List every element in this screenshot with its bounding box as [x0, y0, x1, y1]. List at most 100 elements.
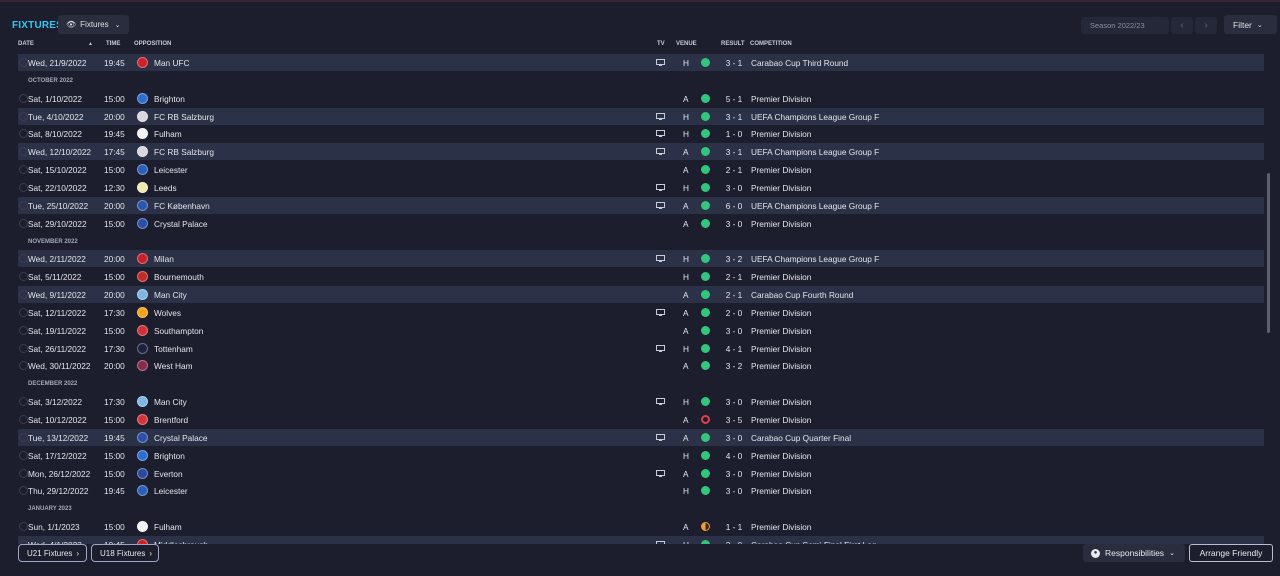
opposition-link[interactable]: Milan	[154, 254, 174, 264]
competition-link[interactable]: Premier Division	[751, 415, 811, 425]
fixture-row[interactable]: Sat, 3/12/2022 17:30 Man City H 3 - 0 Premier…	[18, 393, 1264, 410]
column-competition[interactable]: COMPETITION	[750, 41, 792, 47]
select-checkbox[interactable]	[19, 451, 28, 460]
scrollbar-thumb[interactable]	[1267, 173, 1270, 333]
competition-link[interactable]: Premier Division	[751, 183, 811, 193]
match-result[interactable]: 1 - 1	[722, 522, 746, 532]
fixture-row[interactable]: Sat, 5/11/2022 15:00 Bournemouth H 2 - 1 Prem…	[18, 268, 1264, 285]
fixture-row[interactable]: Sat, 8/10/2022 19:45 Fulham H 1 - 0 Premier D…	[18, 125, 1264, 142]
competition-link[interactable]: Premier Division	[751, 219, 811, 229]
match-result[interactable]: 2 - 1	[722, 165, 746, 175]
opposition-link[interactable]: Bournemouth	[154, 272, 204, 282]
competition-link[interactable]: Premier Division	[751, 486, 811, 496]
select-checkbox[interactable]	[19, 183, 28, 192]
match-result[interactable]: 2 - 1	[722, 290, 746, 300]
select-checkbox[interactable]	[19, 433, 28, 442]
match-result[interactable]: 3 - 0	[722, 219, 746, 229]
fixture-row[interactable]: Thu, 29/12/2022 19:45 Leicester H 3 - 0 Premi…	[18, 482, 1264, 499]
competition-link[interactable]: Premier Division	[751, 344, 811, 354]
column-opposition[interactable]: OPPOSITION	[134, 41, 171, 47]
opposition-link[interactable]: Man City	[154, 290, 187, 300]
select-checkbox[interactable]	[19, 522, 28, 531]
select-checkbox[interactable]	[19, 165, 28, 174]
opposition-link[interactable]: Crystal Palace	[154, 433, 208, 443]
view-dropdown[interactable]: 👁 Fixtures ⌄	[58, 15, 129, 34]
column-venue[interactable]: VENUE	[676, 41, 697, 47]
opposition-link[interactable]: Fulham	[154, 129, 182, 139]
competition-link[interactable]: Premier Division	[751, 451, 811, 461]
select-checkbox[interactable]	[19, 112, 28, 121]
opposition-link[interactable]: Brighton	[154, 94, 185, 104]
select-checkbox[interactable]	[19, 308, 28, 317]
u18-fixtures-button[interactable]: U18 Fixtures ›	[91, 544, 159, 562]
fixture-row[interactable]: Sat, 17/12/2022 15:00 Brighton H 4 - 0 Premie…	[18, 447, 1264, 464]
competition-link[interactable]: Premier Division	[751, 522, 811, 532]
select-checkbox[interactable]	[19, 219, 28, 228]
filter-button[interactable]: Filter ⌄	[1224, 15, 1277, 34]
fixture-row[interactable]: Wed, 30/11/2022 20:00 West Ham A 3 - 2 Premie…	[18, 357, 1264, 374]
fixture-row[interactable]: Mon, 26/12/2022 15:00 Everton A 3 - 0 Premier…	[18, 465, 1264, 482]
column-result[interactable]: RESULT	[721, 41, 745, 47]
fixture-row[interactable]: Sat, 19/11/2022 15:00 Southampton A 3 - 0 Pre…	[18, 322, 1264, 339]
select-checkbox[interactable]	[19, 58, 28, 67]
match-result[interactable]: 3 - 5	[722, 415, 746, 425]
select-checkbox[interactable]	[19, 94, 28, 103]
opposition-link[interactable]: Southampton	[154, 326, 203, 336]
select-checkbox[interactable]	[19, 147, 28, 156]
opposition-link[interactable]: Fulham	[154, 522, 182, 532]
fixture-row[interactable]: Sat, 10/12/2022 15:00 Brentford A 3 - 5 Premi…	[18, 411, 1264, 428]
opposition-link[interactable]: West Ham	[154, 361, 193, 371]
match-result[interactable]: 3 - 1	[722, 147, 746, 157]
match-result[interactable]: 3 - 0	[722, 486, 746, 496]
competition-link[interactable]: Premier Division	[751, 469, 811, 479]
select-checkbox[interactable]	[19, 486, 28, 495]
competition-link[interactable]: Premier Division	[751, 165, 811, 175]
fixture-row[interactable]: Sat, 29/10/2022 15:00 Crystal Palace A 3 - 0…	[18, 215, 1264, 232]
match-result[interactable]: 1 - 0	[722, 129, 746, 139]
fixture-row[interactable]: Sat, 1/10/2022 15:00 Brighton A 5 - 1 Premier…	[18, 90, 1264, 107]
match-result[interactable]: 3 - 0	[722, 326, 746, 336]
match-result[interactable]: 3 - 1	[722, 112, 746, 122]
u21-fixtures-button[interactable]: U21 Fixtures ›	[18, 544, 87, 562]
opposition-link[interactable]: Brighton	[154, 451, 185, 461]
match-result[interactable]: 3 - 0	[722, 469, 746, 479]
competition-link[interactable]: Premier Division	[751, 308, 811, 318]
select-checkbox[interactable]	[19, 201, 28, 210]
match-result[interactable]: 6 - 0	[722, 201, 746, 211]
select-checkbox[interactable]	[19, 129, 28, 138]
select-checkbox[interactable]	[19, 361, 28, 370]
fixture-row[interactable]: Wed, 12/10/2022 17:45 FC RB Salzburg A 3 - 1…	[18, 143, 1264, 160]
competition-link[interactable]: Carabao Cup Fourth Round	[751, 290, 853, 300]
opposition-link[interactable]: FC RB Salzburg	[154, 112, 214, 122]
competition-link[interactable]: Premier Division	[751, 129, 811, 139]
column-tv[interactable]: TV	[657, 41, 665, 47]
match-result[interactable]: 3 - 1	[722, 58, 746, 68]
competition-link[interactable]: Premier Division	[751, 361, 811, 371]
select-checkbox[interactable]	[19, 469, 28, 478]
fixture-row[interactable]: Sat, 12/11/2022 17:30 Wolves A 2 - 0 Premier …	[18, 304, 1264, 321]
select-checkbox[interactable]	[19, 415, 28, 424]
opposition-link[interactable]: Leicester	[154, 486, 188, 496]
match-result[interactable]: 4 - 1	[722, 344, 746, 354]
arrange-friendly-button[interactable]: Arrange Friendly	[1189, 544, 1273, 562]
previous-season-button[interactable]: ‹	[1171, 17, 1193, 34]
select-checkbox[interactable]	[19, 397, 28, 406]
select-checkbox[interactable]	[19, 290, 28, 299]
opposition-link[interactable]: Man City	[154, 397, 187, 407]
opposition-link[interactable]: Leeds	[154, 183, 177, 193]
fixture-row[interactable]: Wed, 2/11/2022 20:00 Milan H 3 - 2 UEFA Champ…	[18, 250, 1264, 267]
competition-link[interactable]: UEFA Champions League Group F	[751, 147, 879, 157]
fixture-row[interactable]: Sat, 26/11/2022 17:30 Tottenham H 4 - 1 Premi…	[18, 340, 1264, 357]
match-result[interactable]: 3 - 2	[722, 254, 746, 264]
select-checkbox[interactable]	[19, 326, 28, 335]
match-result[interactable]: 3 - 0	[722, 183, 746, 193]
fixture-row[interactable]: Sat, 15/10/2022 15:00 Leicester A 2 - 1 Premi…	[18, 161, 1264, 178]
competition-link[interactable]: Premier Division	[751, 94, 811, 104]
competition-link[interactable]: Carabao Cup Third Round	[751, 58, 848, 68]
opposition-link[interactable]: Everton	[154, 469, 183, 479]
fixture-row[interactable]: Tue, 13/12/2022 19:45 Crystal Palace A 3 - 0…	[18, 429, 1264, 446]
opposition-link[interactable]: Crystal Palace	[154, 219, 208, 229]
competition-link[interactable]: Premier Division	[751, 272, 811, 282]
select-checkbox[interactable]	[19, 272, 28, 281]
fixture-row[interactable]: Sat, 22/10/2022 12:30 Leeds H 3 - 0 Premier D…	[18, 179, 1264, 196]
